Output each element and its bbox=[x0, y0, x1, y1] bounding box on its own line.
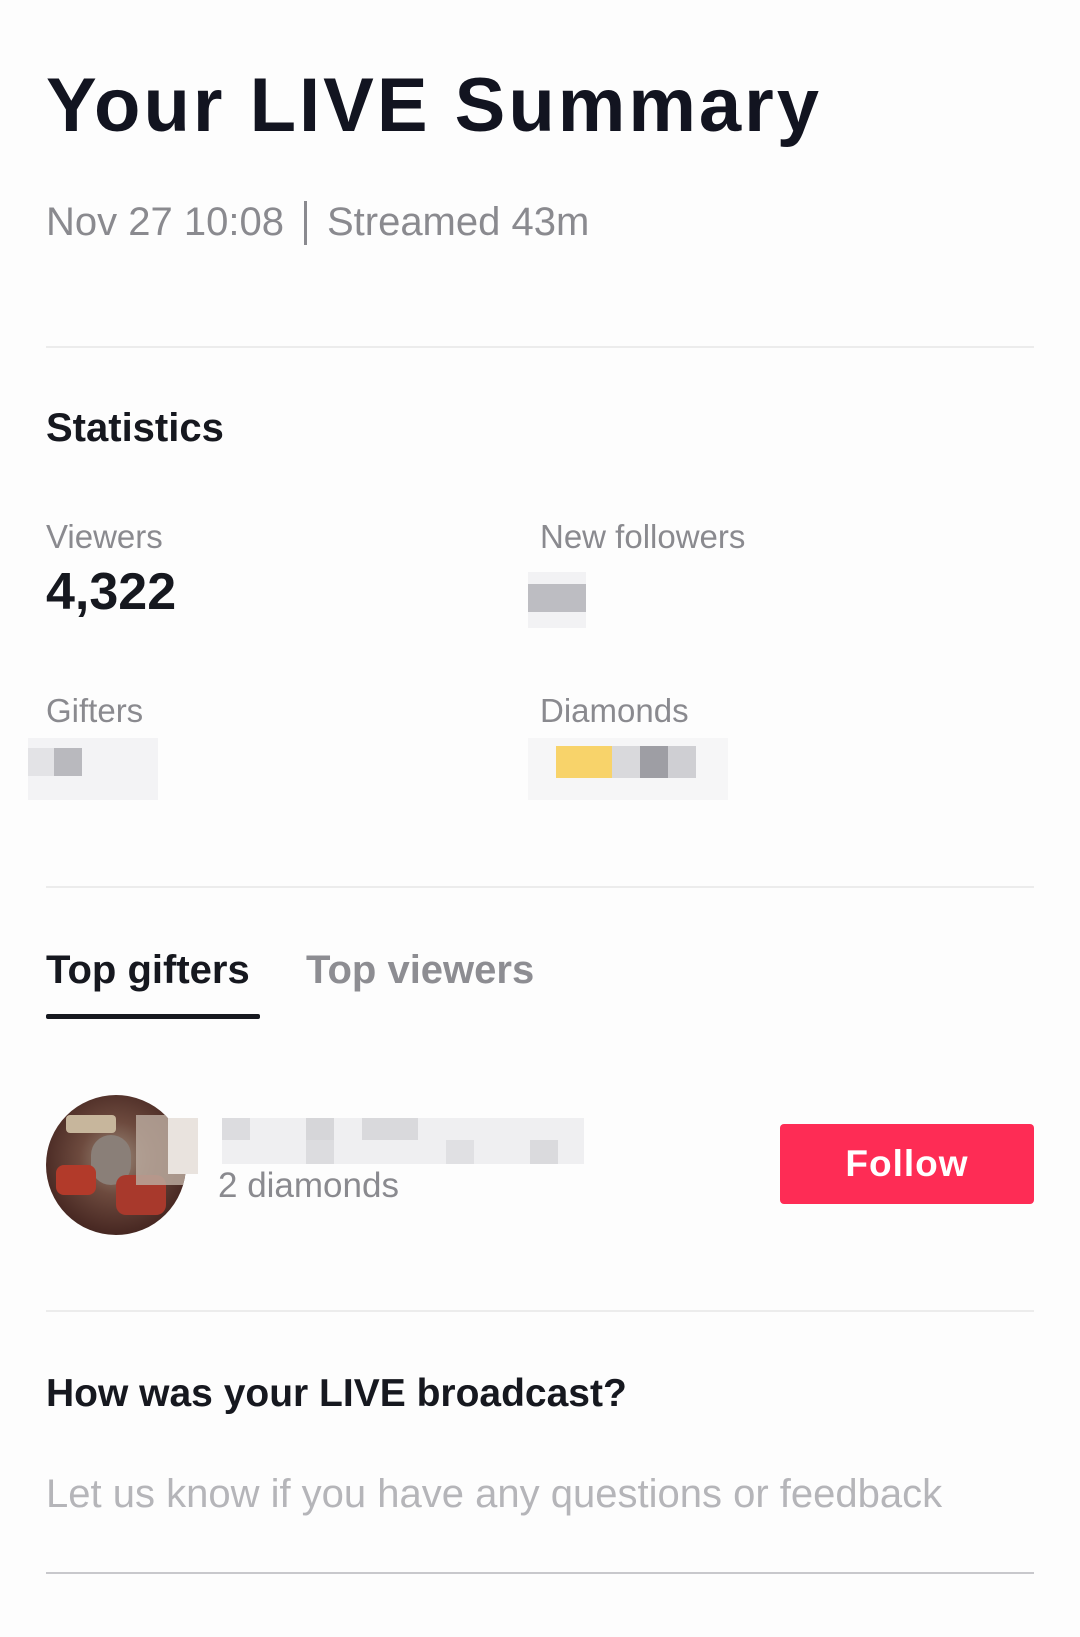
live-summary-page: Your LIVE Summary Nov 27 10:08 Streamed … bbox=[0, 0, 1080, 1637]
page-title: Your LIVE Summary bbox=[46, 63, 823, 148]
statistics-title: Statistics bbox=[46, 406, 224, 450]
tab-top-viewers[interactable]: Top viewers bbox=[306, 948, 534, 993]
gifters-label: Gifters bbox=[46, 692, 144, 729]
tab-top-gifters[interactable]: Top gifters bbox=[46, 948, 250, 993]
divider bbox=[46, 1310, 1034, 1312]
feedback-input-underline bbox=[46, 1572, 1034, 1574]
gifters-value-redacted bbox=[28, 738, 158, 800]
viewers-value: 4,322 bbox=[46, 563, 177, 621]
active-tab-indicator bbox=[46, 1014, 260, 1019]
gifter-diamonds: 2 diamonds bbox=[218, 1166, 399, 1205]
new-followers-label: New followers bbox=[540, 518, 746, 555]
divider bbox=[46, 886, 1034, 888]
divider bbox=[46, 346, 1034, 348]
new-followers-value-redacted bbox=[528, 572, 586, 628]
stream-meta: Nov 27 10:08 Streamed 43m bbox=[46, 200, 589, 245]
stream-duration: Streamed 43m bbox=[326, 200, 590, 244]
feedback-input[interactable] bbox=[46, 1472, 1034, 1517]
feedback-question: How was your LIVE broadcast? bbox=[46, 1372, 627, 1415]
viewers-label: Viewers bbox=[46, 518, 163, 555]
meta-separator bbox=[303, 200, 307, 245]
diamonds-label: Diamonds bbox=[540, 692, 689, 729]
gifter-avatar[interactable] bbox=[46, 1095, 186, 1235]
diamonds-value-redacted bbox=[528, 738, 728, 800]
stream-date: Nov 27 10:08 bbox=[46, 200, 284, 244]
follow-button[interactable]: Follow bbox=[780, 1124, 1034, 1204]
gifter-username-redacted[interactable] bbox=[222, 1118, 584, 1164]
